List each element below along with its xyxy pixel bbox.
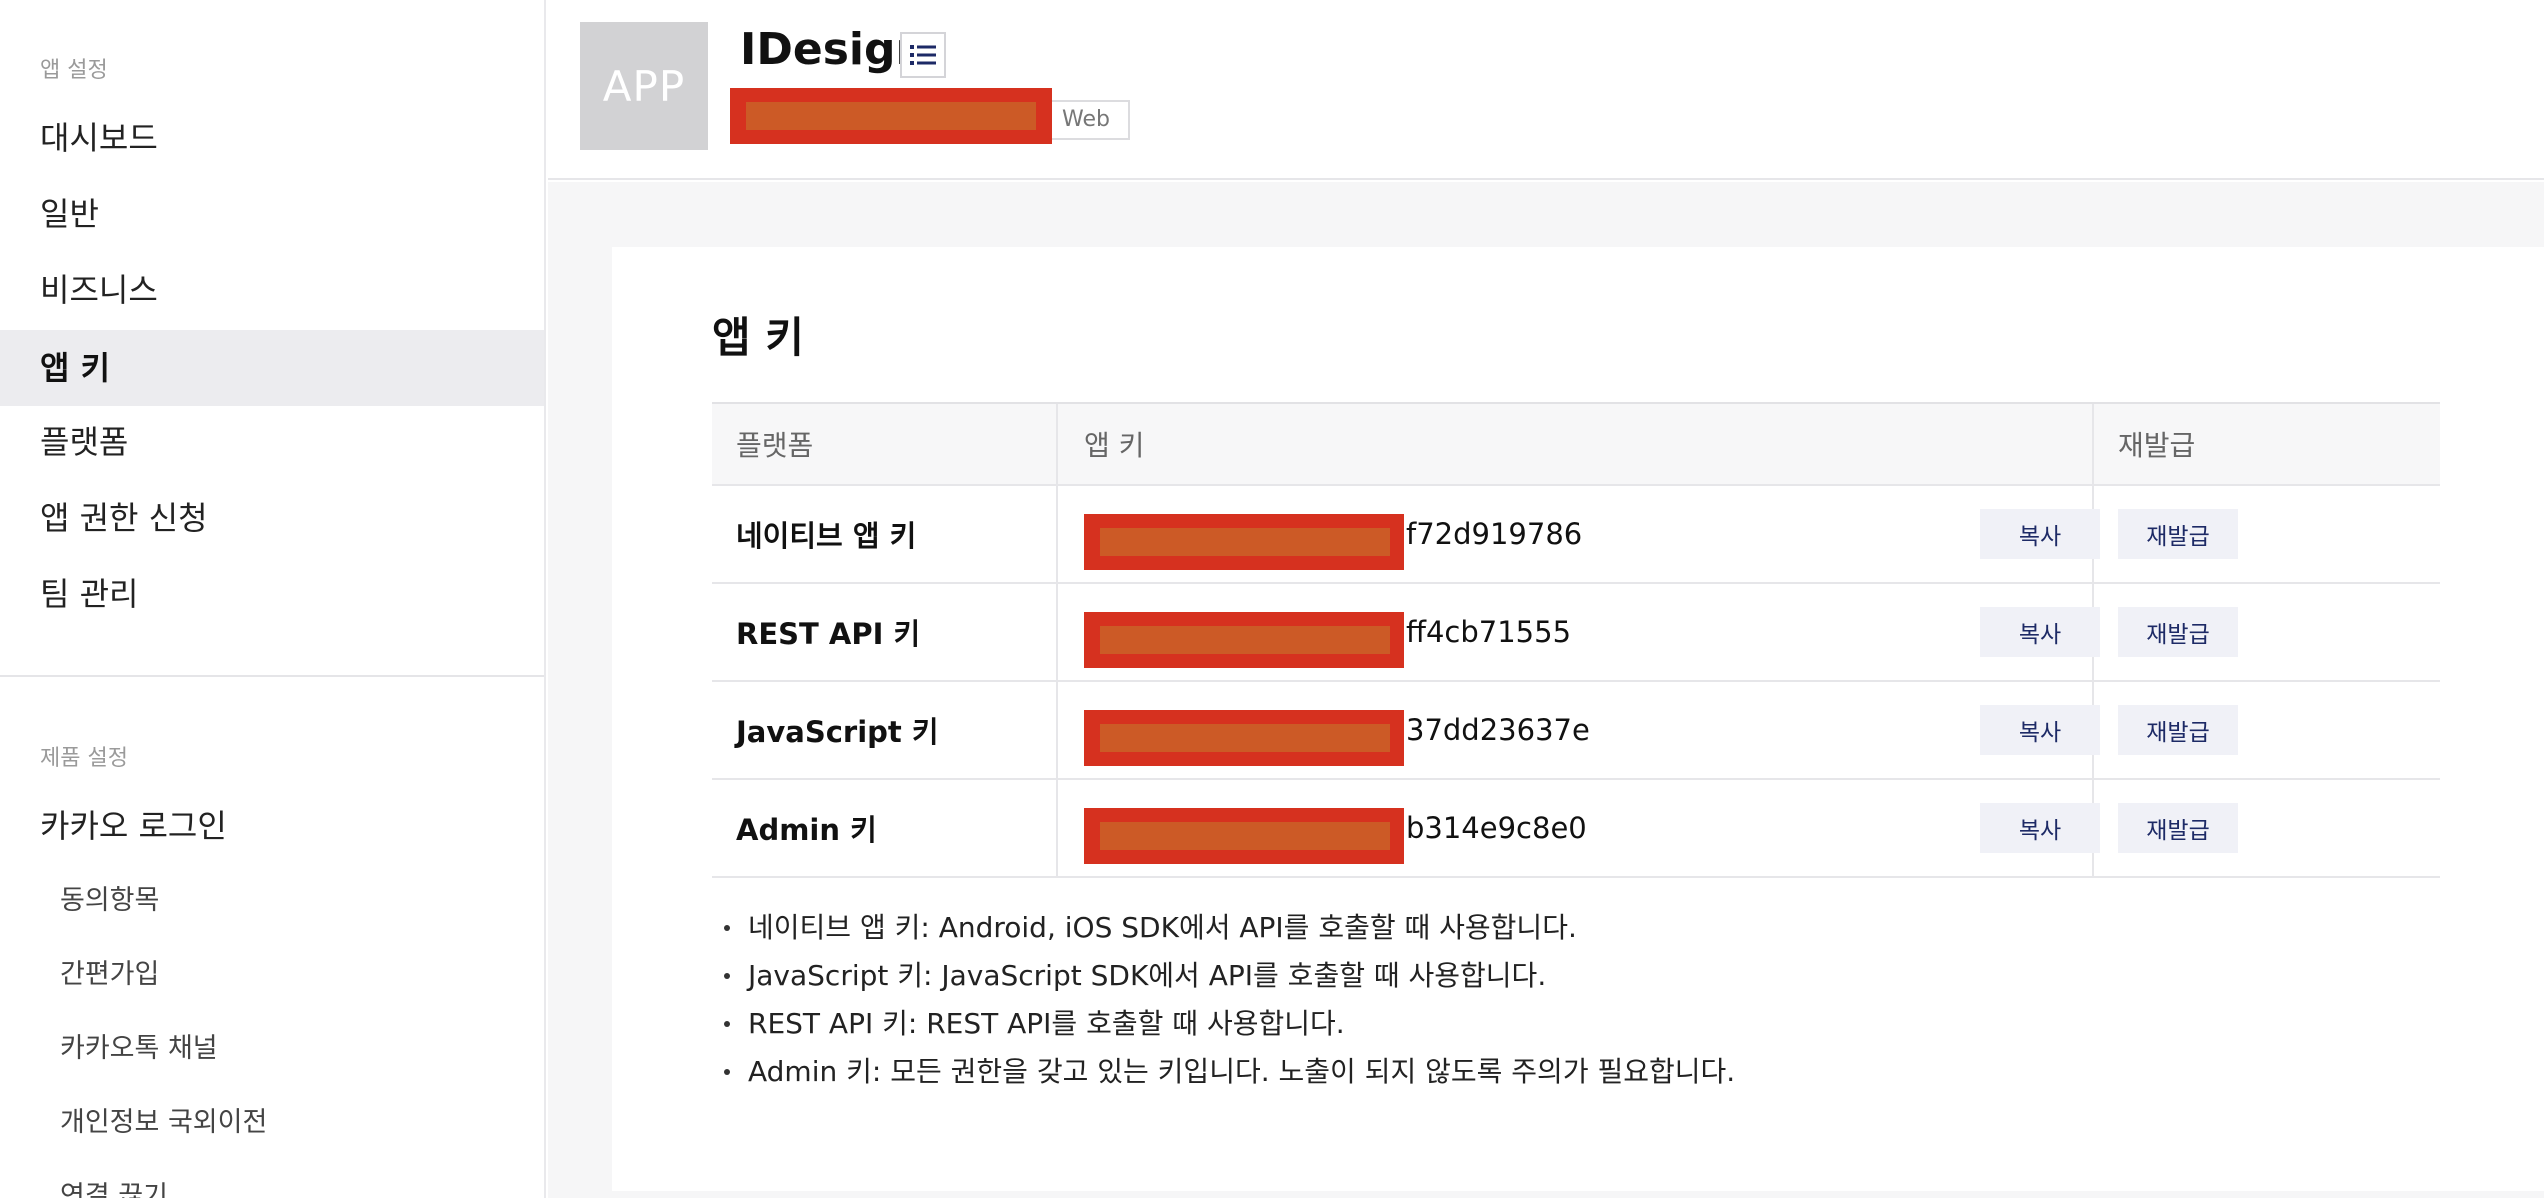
sidebar-item-team[interactable]: 팀 관리	[0, 556, 544, 632]
table-row: Admin 키 b314e9c8e0 복사 재발급	[712, 780, 2440, 878]
bullet-icon	[724, 1069, 730, 1075]
sidebar: 앱 설정 대시보드 일반 비즈니스 앱 키 플랫폼 앱 권한 신청 팀 관리 제…	[0, 0, 546, 1198]
copy-button[interactable]: 복사	[1980, 607, 2100, 657]
list-item: REST API 키: REST API를 호출할 때 사용합니다.	[716, 1000, 1735, 1048]
sidebar-item-kakao-login[interactable]: 카카오 로그인	[0, 788, 544, 864]
app-key-value: 37dd23637e	[1406, 713, 1590, 747]
sidebar-sub-kakaotalk-channel[interactable]: 카카오톡 채널	[0, 1014, 544, 1084]
list-icon	[910, 45, 936, 65]
table-row: REST API 키 ff4cb71555 복사 재발급	[712, 584, 2440, 682]
platform-name: REST API 키	[736, 617, 921, 651]
sidebar-sub-overseas-transfer[interactable]: 개인정보 국외이전	[0, 1088, 544, 1158]
sidebar-divider	[0, 675, 544, 677]
table-header-row: 플랫폼 앱 키 재발급	[712, 404, 2440, 486]
redaction-box	[730, 88, 1052, 144]
sidebar-item-app-keys[interactable]: 앱 키	[0, 330, 544, 406]
redaction-box	[1084, 710, 1404, 766]
list-item: Admin 키: 모든 권한을 갖고 있는 키입니다. 노출이 되지 않도록 주…	[716, 1048, 1735, 1096]
redaction-box	[1084, 808, 1404, 864]
platform-name: Admin 키	[736, 813, 877, 847]
copy-button[interactable]: 복사	[1980, 705, 2100, 755]
redaction-box	[1084, 514, 1404, 570]
table-row: 네이티브 앱 키 f72d919786 복사 재발급	[712, 486, 2440, 584]
platform-name: JavaScript 키	[736, 715, 939, 749]
list-item: JavaScript 키: JavaScript SDK에서 API를 호출할 …	[716, 952, 1735, 1000]
note-text: REST API 키: REST API를 호출할 때 사용합니다.	[748, 1007, 1345, 1040]
sidebar-sub-consent[interactable]: 동의항목	[0, 866, 544, 936]
platform-name: 네이티브 앱 키	[736, 519, 917, 553]
note-text: Admin 키: 모든 권한을 갖고 있는 키입니다. 노출이 되지 않도록 주…	[748, 1055, 1736, 1088]
column-header-app-key: 앱 키	[1058, 404, 2094, 484]
copy-button[interactable]: 복사	[1980, 803, 2100, 853]
app-settings-section-title: 앱 설정	[40, 58, 108, 83]
sidebar-item-dashboard[interactable]: 대시보드	[0, 100, 544, 176]
bullet-icon	[724, 925, 730, 931]
sidebar-sub-simple-signup[interactable]: 간편가입	[0, 940, 544, 1010]
app-name: IDesign	[740, 24, 927, 75]
bullet-icon	[724, 1021, 730, 1027]
sidebar-item-app-permission[interactable]: 앱 권한 신청	[0, 480, 544, 556]
app-key-notes: 네이티브 앱 키: Android, iOS SDK에서 API를 호출할 때 …	[716, 904, 1735, 1096]
sidebar-item-platform[interactable]: 플랫폼	[0, 404, 544, 480]
reissue-button[interactable]: 재발급	[2118, 509, 2238, 559]
sidebar-item-business[interactable]: 비즈니스	[0, 252, 544, 328]
app-thumbnail: APP	[580, 22, 708, 150]
reissue-button[interactable]: 재발급	[2118, 803, 2238, 853]
app-key-value: b314e9c8e0	[1406, 811, 1587, 845]
column-header-reissue: 재발급	[2118, 429, 2196, 462]
app-key-value: f72d919786	[1406, 517, 1583, 551]
sidebar-item-general[interactable]: 일반	[0, 176, 544, 252]
app-key-value: ff4cb71555	[1406, 615, 1572, 649]
column-header-platform: 플랫폼	[712, 404, 1058, 484]
table-row: JavaScript 키 37dd23637e 복사 재발급	[712, 682, 2440, 780]
list-item: 네이티브 앱 키: Android, iOS SDK에서 API를 호출할 때 …	[716, 904, 1735, 952]
app-list-button[interactable]	[900, 32, 946, 78]
app-header: APP IDesign Web	[548, 0, 2544, 180]
sidebar-sub-unlink[interactable]: 연결 끊기	[0, 1162, 544, 1198]
bullet-icon	[724, 973, 730, 979]
reissue-button[interactable]: 재발급	[2118, 607, 2238, 657]
product-settings-section-title: 제품 설정	[40, 746, 128, 771]
note-text: 네이티브 앱 키: Android, iOS SDK에서 API를 호출할 때 …	[748, 911, 1577, 944]
note-text: JavaScript 키: JavaScript SDK에서 API를 호출할 …	[748, 959, 1547, 992]
app-keys-table: 플랫폼 앱 키 재발급 네이티브 앱 키 f72d919786 복사 재발급 R…	[712, 402, 2440, 878]
redaction-box	[1084, 612, 1404, 668]
page-title: 앱 키	[712, 313, 804, 362]
copy-button[interactable]: 복사	[1980, 509, 2100, 559]
reissue-button[interactable]: 재발급	[2118, 705, 2238, 755]
